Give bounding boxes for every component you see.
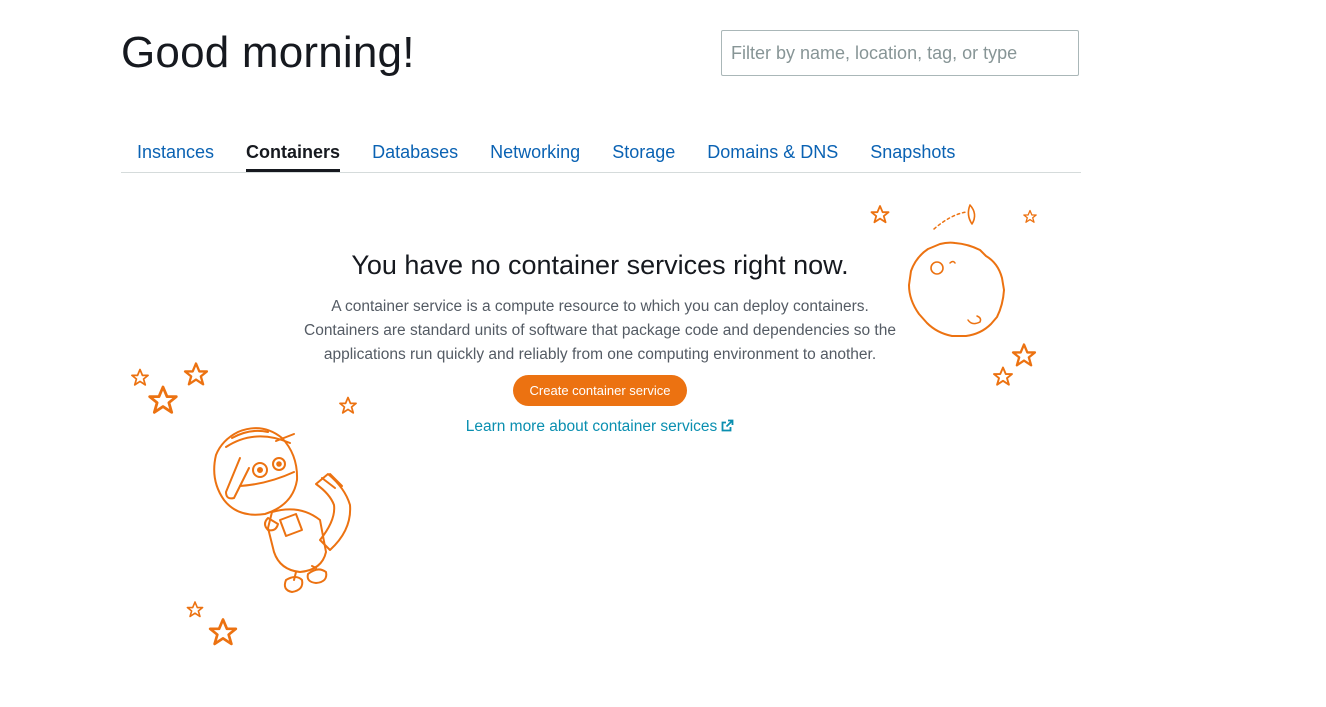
empty-state-description: A container service is a compute resourc…	[304, 298, 896, 363]
star-icon	[993, 366, 1013, 386]
learn-more-link[interactable]: Learn more about container services	[466, 418, 735, 437]
create-container-service-button[interactable]: Create container service	[512, 375, 688, 406]
page-title: Good morning!	[121, 28, 415, 77]
moon-icon	[908, 204, 1005, 337]
star-icon	[870, 205, 890, 224]
robot-astronaut-icon	[213, 427, 352, 593]
empty-state: You have no container services right now…	[300, 250, 900, 437]
learn-more-label: Learn more about container services	[465, 418, 718, 435]
filter-search-input[interactable]	[721, 30, 1079, 76]
tab-networking[interactable]: Networking	[474, 132, 596, 171]
star-icon	[148, 385, 178, 414]
tab-containers[interactable]: Containers	[230, 132, 356, 172]
tab-domains-dns[interactable]: Domains & DNS	[691, 132, 854, 171]
star-icon	[1023, 209, 1037, 223]
empty-state-title: You have no container services right now…	[351, 250, 849, 280]
tab-instances[interactable]: Instances	[121, 132, 230, 171]
star-icon	[183, 362, 209, 386]
external-link-icon	[721, 419, 734, 437]
resource-tabs: Instances Containers Databases Networkin…	[121, 132, 1081, 173]
tab-snapshots[interactable]: Snapshots	[854, 132, 971, 171]
star-icon	[186, 601, 204, 618]
tab-databases[interactable]: Databases	[356, 132, 474, 171]
star-icon	[1011, 343, 1037, 367]
tab-storage[interactable]: Storage	[596, 132, 691, 171]
star-icon	[208, 618, 238, 646]
star-icon	[131, 368, 149, 386]
